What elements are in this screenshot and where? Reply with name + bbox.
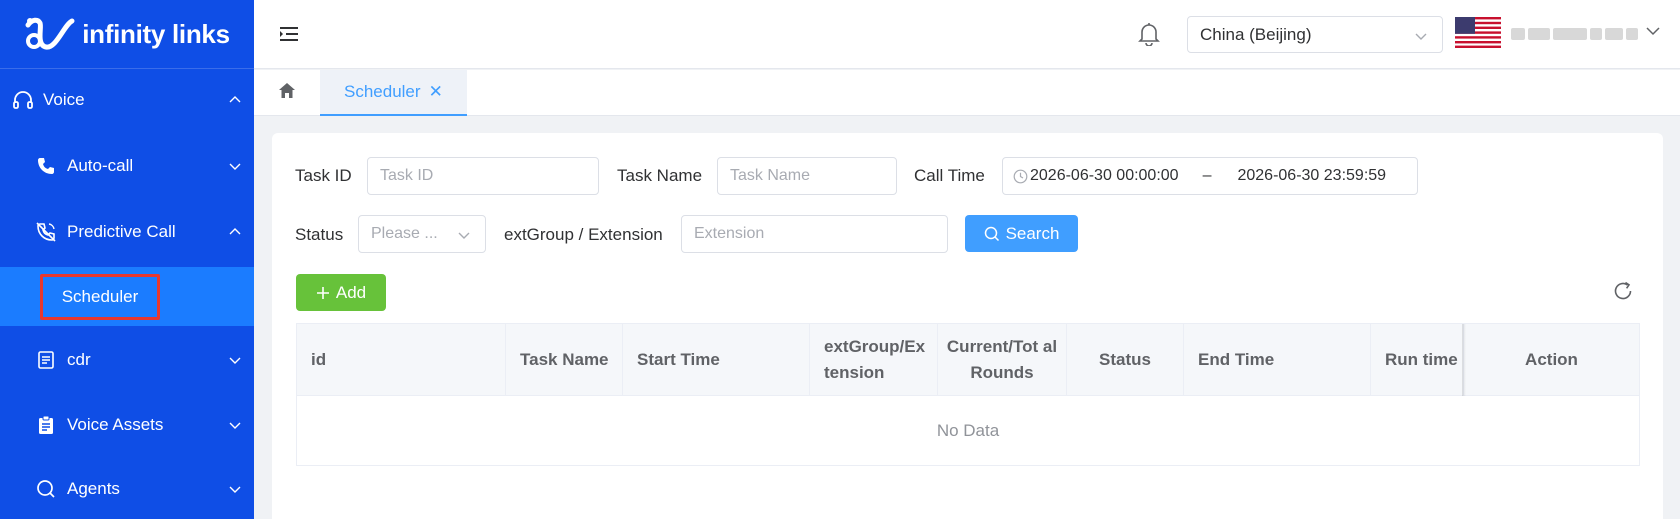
search-icon: [984, 226, 999, 241]
sidebar: infinity links Voice Auto-call Predictiv…: [0, 0, 254, 519]
fixed-column-shadow: [1462, 324, 1466, 396]
chevron-down-icon: [229, 422, 241, 429]
column-header-status[interactable]: Status: [1067, 324, 1184, 396]
status-label: Status: [295, 225, 344, 244]
region-select[interactable]: China (Beijing): [1187, 16, 1443, 53]
call-time-label: Call Time: [914, 166, 985, 185]
clock-icon: [1013, 169, 1028, 183]
chevron-down-icon: [229, 163, 241, 170]
scheduler-table: id Task Name Start Time extGroup/Ex tens…: [296, 323, 1640, 466]
task-id-label: Task ID: [295, 166, 352, 185]
tab-bar: Scheduler ✕: [254, 70, 1680, 116]
tab-label: Scheduler: [344, 82, 421, 101]
column-header-run-time[interactable]: Run time: [1371, 324, 1464, 396]
document-icon: [35, 349, 57, 371]
task-id-field[interactable]: [367, 157, 599, 195]
logo-text: infinity links: [82, 18, 230, 49]
call-time-range[interactable]: 2026-06-30 00:00:00 – 2026-06-30 23:59:5…: [1002, 157, 1418, 195]
search-button-label: Search: [1005, 223, 1060, 243]
close-icon[interactable]: ✕: [429, 82, 443, 102]
plus-icon: [316, 286, 329, 299]
status-select-placeholder: Please ...: [371, 225, 438, 242]
column-header-action[interactable]: Action: [1464, 324, 1639, 396]
sidebar-item-agents[interactable]: Agents: [0, 459, 254, 519]
ext-label: extGroup / Extension: [504, 225, 663, 244]
column-header-rounds[interactable]: Current/Tot al Rounds: [938, 324, 1067, 396]
extension-field[interactable]: [681, 215, 948, 253]
sidebar-item-label: Predictive Call: [67, 222, 176, 241]
column-header-ext-group[interactable]: extGroup/Ex tension: [810, 324, 938, 396]
task-id-input[interactable]: [380, 167, 598, 185]
home-icon[interactable]: [278, 82, 296, 99]
sidebar-item-label: Auto-call: [67, 156, 134, 175]
sidebar-item-voice-assets[interactable]: Voice Assets: [0, 395, 254, 455]
sidebar-item-cdr[interactable]: cdr: [0, 330, 254, 390]
sidebar-item-scheduler[interactable]: Scheduler: [40, 274, 160, 320]
clipboard-icon: [35, 414, 57, 436]
column-header-task-name[interactable]: Task Name: [506, 324, 623, 396]
top-header: China (Beijing): [254, 0, 1680, 69]
chevron-down-icon: [229, 357, 241, 364]
range-separator: –: [1202, 167, 1212, 184]
bell-icon[interactable]: [1138, 22, 1160, 46]
region-select-value: China (Beijing): [1200, 24, 1312, 44]
sidebar-item-label: cdr: [67, 350, 91, 369]
table-header: id Task Name Start Time extGroup/Ex tens…: [297, 324, 1639, 396]
chevron-up-icon: [229, 228, 241, 235]
search-button[interactable]: Search: [965, 215, 1078, 252]
sidebar-item-predictive-call[interactable]: Predictive Call: [0, 202, 254, 262]
search-icon: [35, 478, 57, 500]
task-name-label: Task Name: [617, 166, 703, 185]
headphones-icon: [12, 89, 34, 111]
tab-scheduler[interactable]: Scheduler ✕: [320, 70, 467, 116]
status-select[interactable]: Please ...: [358, 215, 486, 253]
column-header-id[interactable]: id: [297, 324, 506, 396]
sidebar-item-label: Agents: [67, 479, 120, 498]
phone-icon: [35, 155, 57, 177]
column-header-start-time[interactable]: Start Time: [623, 324, 810, 396]
add-button-label: Add: [335, 282, 367, 302]
logo-icon: [25, 17, 75, 50]
us-flag-icon[interactable]: [1455, 17, 1501, 48]
column-header-end-time[interactable]: End Time: [1184, 324, 1371, 396]
phone-slash-icon: [35, 221, 57, 243]
extension-input[interactable]: [694, 225, 947, 243]
refresh-icon[interactable]: [1612, 280, 1634, 302]
chevron-up-icon: [229, 96, 241, 103]
task-name-field[interactable]: [717, 157, 897, 195]
call-time-start[interactable]: 2026-06-30 00:00:00: [1030, 167, 1179, 185]
sidebar-item-label: Voice: [43, 90, 85, 109]
logo: infinity links: [0, 0, 254, 69]
main-card: Task ID Task Name Call Time 2026-06-30 0…: [272, 133, 1663, 519]
add-button[interactable]: Add: [296, 274, 386, 311]
sidebar-item-label: Scheduler: [61, 287, 139, 306]
sidebar-item-voice[interactable]: Voice: [0, 70, 254, 130]
menu-fold-icon[interactable]: [280, 26, 298, 42]
sidebar-item-auto-call[interactable]: Auto-call: [0, 136, 254, 196]
task-name-input[interactable]: [730, 167, 896, 185]
empty-state: No Data: [936, 420, 1000, 440]
chevron-down-icon[interactable]: [1645, 24, 1661, 38]
chevron-down-icon: [458, 232, 470, 239]
chevron-down-icon: [229, 486, 241, 493]
call-time-end[interactable]: 2026-06-30 23:59:59: [1237, 167, 1386, 185]
sidebar-item-label: Voice Assets: [67, 415, 164, 434]
chevron-down-icon: [1415, 33, 1427, 40]
user-name-redacted[interactable]: [1511, 28, 1638, 42]
